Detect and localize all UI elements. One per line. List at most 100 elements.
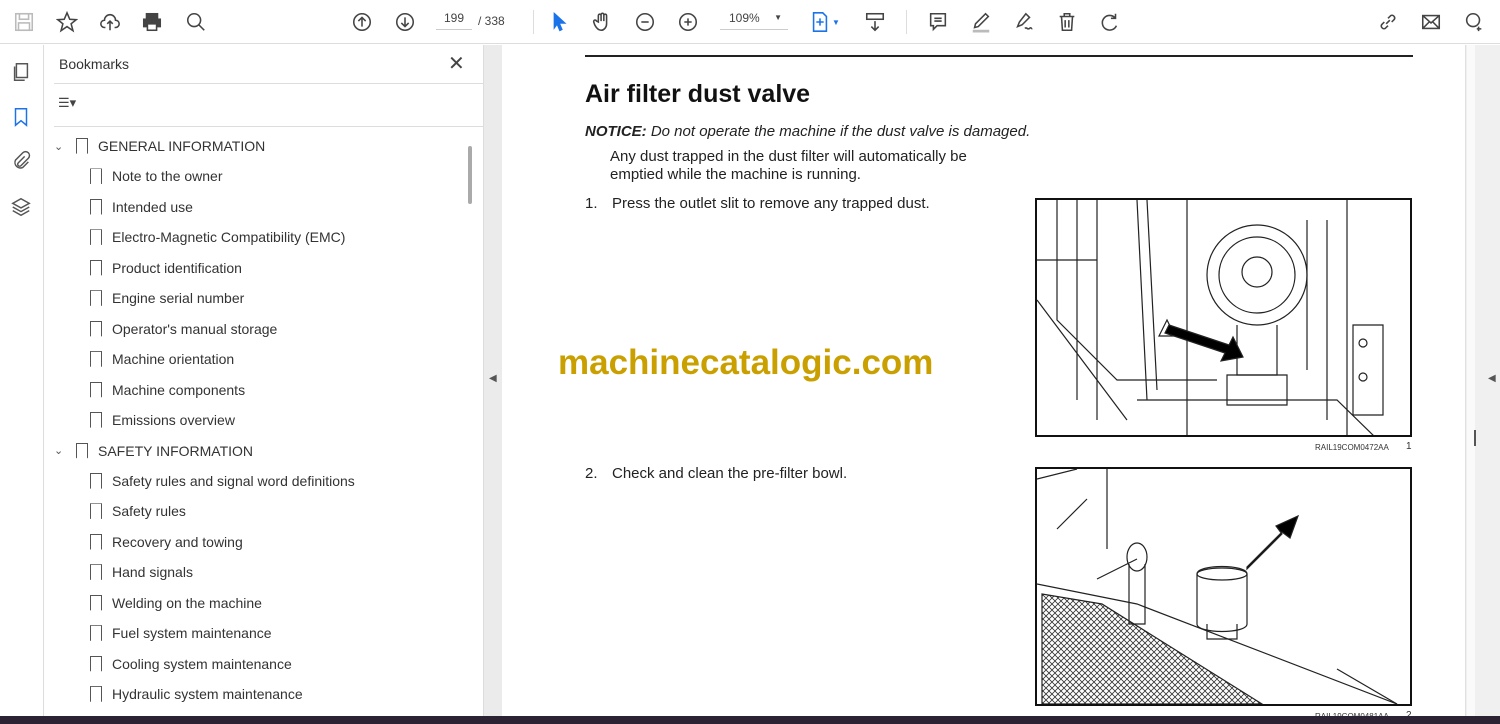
bookmark-label: Machine components	[112, 381, 246, 398]
bookmark-label: Engine serial number	[112, 290, 245, 307]
comment-icon[interactable]	[924, 8, 952, 36]
bookmark-icon	[90, 564, 102, 581]
previous-page-icon[interactable]	[348, 8, 376, 36]
bookmark-item[interactable]: ⌄ GENERAL INFORMATION	[54, 134, 265, 158]
bookmark-item[interactable]: Safety rules	[90, 499, 186, 523]
collapse-arrow-icon[interactable]: ◀	[489, 373, 497, 384]
zoom-value: 109%	[729, 11, 760, 25]
bookmark-item[interactable]: Electro-Magnetic Compatibility (EMC)	[90, 225, 345, 249]
bookmark-item[interactable]: Hand signals	[90, 560, 193, 584]
bookmark-icon	[76, 442, 88, 459]
bookmark-label: GENERAL INFORMATION	[98, 138, 266, 154]
panel-splitter[interactable]: ◀	[484, 45, 502, 716]
figure-code: RAIL19COM0472AA	[1315, 443, 1389, 452]
bookmark-label: Safety rules	[112, 503, 186, 520]
attachment-icon[interactable]	[10, 150, 34, 174]
search-icon[interactable]	[182, 8, 210, 36]
bookmark-label: Hand signals	[112, 564, 193, 581]
right-scroll-rail: ◀	[1465, 45, 1500, 716]
bookmark-item[interactable]: Operator's manual storage	[90, 317, 277, 341]
bookmark-item[interactable]: Intended use	[90, 195, 193, 219]
bookmark-icon	[90, 229, 102, 246]
bookmark-options-button[interactable]: ☰▾	[58, 95, 76, 111]
toolbar-divider	[906, 10, 907, 34]
step-number: 2.	[585, 465, 598, 482]
figure-number: 1	[1406, 441, 1412, 452]
left-tool-rail	[0, 45, 44, 716]
bookmark-icon	[90, 625, 102, 642]
star-icon[interactable]	[53, 8, 81, 36]
delete-icon[interactable]	[1053, 8, 1081, 36]
page-thumbnails-icon[interactable]	[10, 61, 34, 85]
bookmark-label: Welding on the machine	[112, 594, 262, 611]
add-user-icon[interactable]	[1460, 8, 1488, 36]
notice-label: NOTICE:	[585, 123, 647, 140]
page-heading: Air filter dust valve	[585, 80, 811, 108]
bookmark-label: Product identification	[112, 259, 242, 276]
bookmark-label: Hydraulic system maintenance	[112, 686, 303, 703]
step-number: 1.	[585, 195, 598, 212]
scroll-mode-icon[interactable]	[861, 8, 889, 36]
bookmark-icon[interactable]	[10, 106, 34, 130]
bookmark-item[interactable]: Welding on the machine	[90, 591, 262, 615]
bookmark-label: Cooling system maintenance	[112, 655, 292, 672]
document-page: Air filter dust valve NOTICE: Do not ope…	[502, 45, 1465, 721]
bookmark-icon	[90, 381, 102, 398]
bookmark-item[interactable]: Machine components	[90, 378, 245, 402]
figure-1-illustration	[1035, 198, 1412, 437]
scroll-thumb[interactable]	[1474, 430, 1476, 446]
bookmark-item[interactable]: Cooling system maintenance	[90, 652, 292, 676]
toolbar-divider	[533, 10, 534, 34]
bookmark-icon	[90, 503, 102, 520]
zoom-select[interactable]: 109% ▼	[720, 11, 788, 30]
save-icon[interactable]	[10, 8, 38, 36]
bookmark-item[interactable]: ⌄ SAFETY INFORMATION	[54, 439, 253, 463]
layers-icon[interactable]	[10, 196, 34, 220]
expand-arrow-icon[interactable]: ◀	[1488, 373, 1496, 384]
hand-tool-icon[interactable]	[588, 8, 616, 36]
bookmark-item[interactable]: Product identification	[90, 256, 242, 280]
bookmark-label: Operator's manual storage	[112, 320, 278, 337]
bookmark-item[interactable]: Note to the owner	[90, 164, 223, 188]
page-rule	[585, 55, 1413, 57]
bookmark-label: Electro-Magnetic Compatibility (EMC)	[112, 229, 346, 246]
bookmark-item[interactable]: Machine orientation	[90, 347, 234, 371]
bookmark-icon	[90, 412, 102, 429]
highlight-pen-icon[interactable]	[967, 8, 995, 36]
page-number-input[interactable]: 199	[436, 11, 472, 30]
zoom-in-icon[interactable]	[674, 8, 702, 36]
bookmark-icon	[90, 259, 102, 276]
chevron-down-icon[interactable]: ▼	[830, 8, 842, 36]
notice-body: Do not operate the machine if the dust v…	[646, 123, 1031, 140]
bookmark-icon	[90, 351, 102, 368]
page-total: / 338	[478, 14, 505, 28]
step-text: Check and clean the pre-filter bowl.	[612, 465, 848, 482]
bookmark-label: Recovery and towing	[112, 533, 243, 550]
select-cursor-icon[interactable]	[545, 8, 573, 36]
print-icon[interactable]	[138, 8, 166, 36]
zoom-out-icon[interactable]	[631, 8, 659, 36]
cloud-upload-icon[interactable]	[96, 8, 124, 36]
bookmark-item[interactable]: Safety rules and signal word definitions	[90, 469, 355, 493]
bookmark-item[interactable]: Engine serial number	[90, 286, 244, 310]
bookmark-label: Note to the owner	[112, 168, 223, 185]
panel-scrollbar[interactable]	[468, 146, 472, 204]
bookmark-item[interactable]: Recovery and towing	[90, 530, 243, 554]
bookmark-icon	[90, 290, 102, 307]
bookmark-icon	[90, 594, 102, 611]
bookmark-item[interactable]: Emissions overview	[90, 408, 235, 432]
rotate-icon[interactable]	[1096, 8, 1124, 36]
bookmark-item[interactable]: Hydraulic system maintenance	[90, 682, 303, 706]
email-icon[interactable]	[1417, 8, 1445, 36]
sign-icon[interactable]	[1010, 8, 1038, 36]
next-page-icon[interactable]	[391, 8, 419, 36]
chevron-down-icon[interactable]: ⌄	[54, 140, 70, 153]
divider	[54, 126, 483, 127]
bookmark-item[interactable]: Fuel system maintenance	[90, 621, 272, 645]
share-link-icon[interactable]	[1374, 8, 1402, 36]
bookmark-label: SAFETY INFORMATION	[98, 442, 254, 459]
bookmark-icon	[90, 686, 102, 703]
chevron-down-icon[interactable]: ⌄	[54, 444, 70, 457]
document-scrollbar[interactable]	[1467, 45, 1475, 716]
close-icon[interactable]: ✕	[448, 51, 465, 76]
